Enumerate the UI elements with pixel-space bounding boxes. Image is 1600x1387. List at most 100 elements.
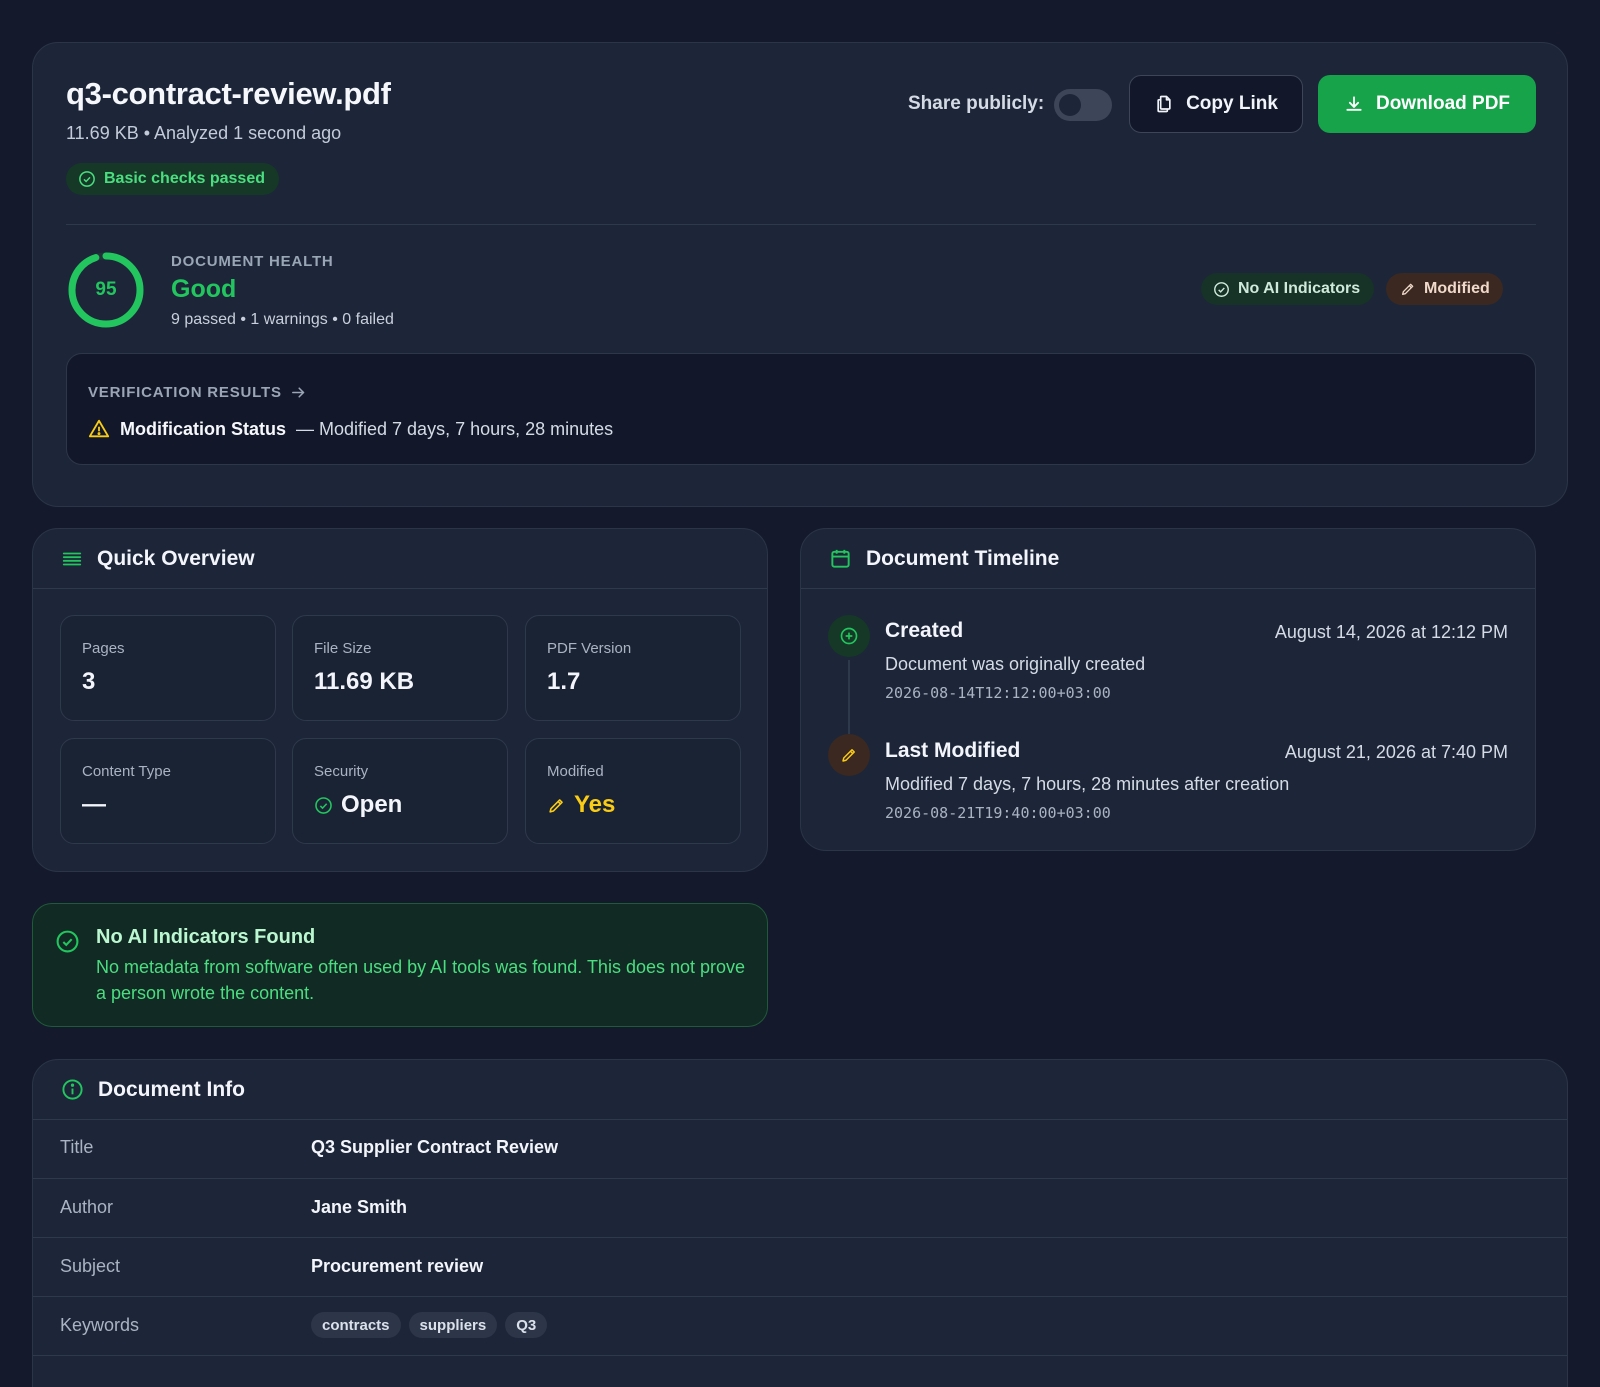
verification-item-title: Modification Status [120,418,286,439]
timeline-event-iso: 2026-08-14T12:12:00+03:00 [885,684,1111,702]
stat-security: Security Open [292,738,508,844]
stat-value: — [82,791,106,819]
quick-overview-title: Quick Overview [97,546,255,570]
stat-value: Yes [547,791,615,819]
modified-icon [828,734,870,776]
check-circle-icon [79,171,95,187]
pencil-icon [549,798,563,813]
health-label: DOCUMENT HEALTH [171,253,334,270]
stat-value-text: Yes [574,791,616,818]
timeline-connector [848,660,850,740]
pencil-icon [842,749,855,762]
info-row-divider [33,1355,1567,1387]
copy-icon [1157,95,1171,113]
verification-item-detail: — Modified 7 days, 7 hours, 28 minutes [296,418,614,439]
document-info-title: Document Info [98,1077,245,1101]
stat-label: File Size [314,640,372,657]
warning-icon [88,419,110,438]
file-name: q3-contract-review.pdf [66,76,391,111]
stat-label: PDF Version [547,640,632,657]
copy-link-button[interactable]: Copy Link [1129,75,1303,133]
toggle-knob [1059,94,1081,116]
health-stats: 9 passed • 1 warnings • 0 failed [171,311,394,328]
check-circle-icon [56,930,79,953]
check-circle-icon [1214,281,1229,297]
timeline-event-date: August 14, 2026 at 12:12 PM [1274,622,1508,642]
stat-label: Pages [82,640,125,657]
checks-badge-label: Basic checks passed [104,170,265,187]
stat-modified: Modified Yes [525,738,741,844]
timeline-event-date: August 21, 2026 at 7:40 PM [1284,742,1508,762]
health-rating: Good [171,275,237,303]
document-info-card: Document Info Title Q3 Supplier Contract… [32,1059,1568,1387]
timeline-event-title: Created [885,619,964,642]
file-meta: 11.69 KB • Analyzed 1 second ago [66,123,342,143]
timeline-header: Document Timeline [801,529,1535,589]
stat-content-type: Content Type — [60,738,276,844]
download-pdf-label: Download PDF [1375,93,1511,114]
keyword-tag: contracts [311,1312,401,1338]
stat-value: 1.7 [547,668,580,696]
timeline-event-title: Last Modified [885,739,1021,762]
stat-label: Modified [547,763,604,780]
document-timeline-card: Document Timeline Created August 14, 202… [800,528,1536,851]
checks-badge: Basic checks passed [66,163,279,195]
quick-overview-header: Quick Overview [33,529,767,589]
health-score-gauge: 95 [66,250,146,330]
quick-overview-card: Quick Overview Pages 3 File Size 11.69 K… [32,528,768,872]
document-info-header: Document Info [33,1060,1567,1120]
info-key: Author [60,1197,114,1217]
ai-notice-title: No AI Indicators Found [96,926,316,948]
created-icon [828,615,870,657]
download-pdf-button[interactable]: Download PDF [1318,75,1536,133]
document-summary-card: q3-contract-review.pdf 11.69 KB • Analyz… [32,42,1568,507]
no-ai-badge-label: No AI Indicators [1238,280,1361,297]
verification-results-link[interactable]: VERIFICATION RESULTS [88,384,307,401]
verification-item: Modification Status — Modified 7 days, 7… [88,418,613,440]
check-circle-icon [315,796,332,814]
stat-value-text: 1.7 [547,668,581,695]
info-icon [62,1079,83,1100]
info-key: Title [60,1137,94,1157]
info-value: Q3 Supplier Contract Review [311,1137,559,1157]
info-row-subject: Subject Procurement review [33,1237,1567,1296]
info-row-author: Author Jane Smith [33,1178,1567,1237]
modified-badge-label: Modified [1424,280,1490,297]
verification-results-panel: VERIFICATION RESULTS Modification Status… [66,353,1536,465]
calendar-icon [831,549,850,568]
download-icon [1346,96,1362,111]
ai-indicators-notice: No AI Indicators Found No metadata from … [32,903,768,1027]
health-score: 95 [95,279,117,300]
keyword-tag: Q3 [505,1312,548,1338]
info-row-title: Title Q3 Supplier Contract Review [33,1119,1567,1178]
timeline-event-iso: 2026-08-21T19:40:00+03:00 [885,804,1111,822]
stat-pdf-version: PDF Version 1.7 [525,615,741,721]
timeline-title: Document Timeline [866,546,1060,570]
share-label: Share publicly: [908,93,1045,114]
info-row-keywords: Keywords contracts suppliers Q3 [33,1296,1567,1355]
info-key: Keywords [60,1315,140,1335]
share-toggle[interactable] [1054,89,1112,121]
pencil-icon [1402,283,1414,295]
info-key: Subject [60,1256,121,1276]
ai-notice-text: No metadata from software often used by … [96,957,746,1003]
stat-value-text: 3 [82,668,96,695]
list-icon [62,552,82,565]
stat-file-size: File Size 11.69 KB [292,615,508,721]
stat-label: Content Type [82,763,171,780]
stat-value-text: — [82,791,106,818]
plus-circle-icon [840,627,858,645]
stat-value-text: Open [341,791,403,818]
keyword-list: contracts suppliers Q3 [311,1312,548,1338]
stat-label: Security [314,763,369,780]
header-divider [66,224,1536,225]
modified-badge: Modified [1386,273,1503,305]
stat-pages: Pages 3 [60,615,276,721]
arrow-right-icon [291,387,305,398]
stat-value: 11.69 KB [314,668,414,696]
verification-heading: VERIFICATION RESULTS [88,384,282,401]
timeline-event-desc: Document was originally created [885,654,1146,674]
info-value: Procurement review [311,1256,484,1276]
no-ai-indicators-badge: No AI Indicators [1201,273,1375,305]
keyword-tag: suppliers [408,1312,498,1338]
